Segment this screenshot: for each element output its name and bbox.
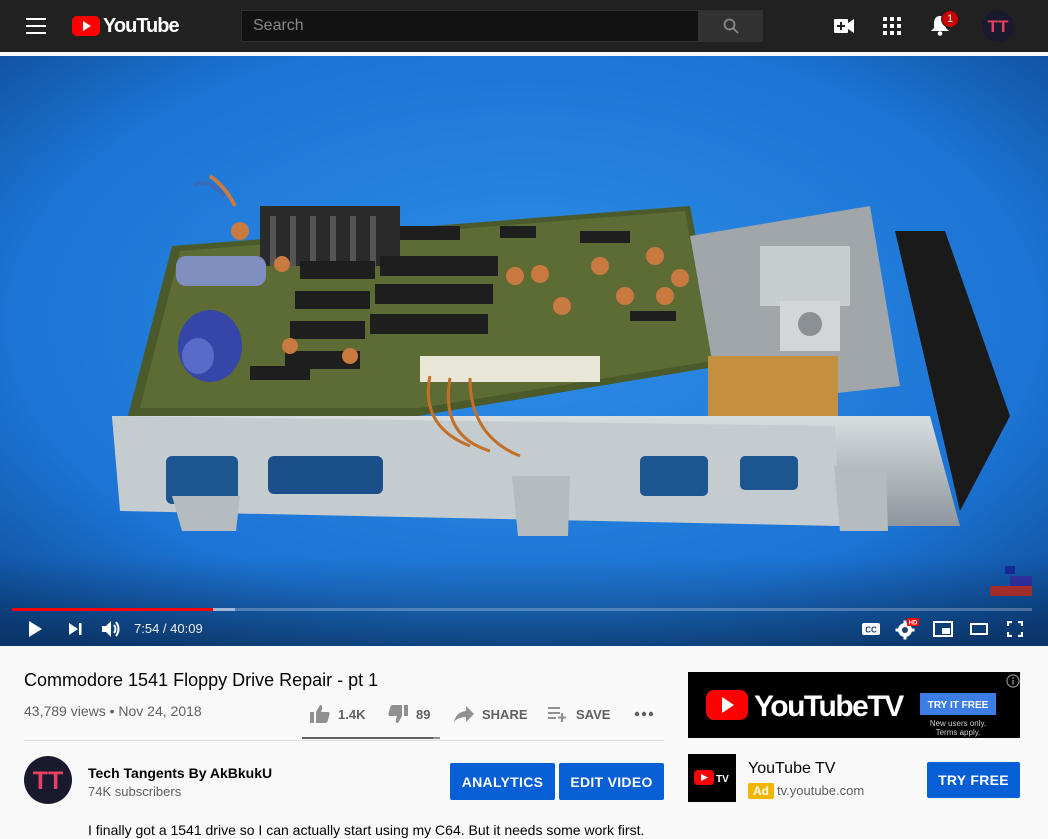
ad-url[interactable]: tv.youtube.com bbox=[777, 783, 864, 798]
youtube-play-logo-icon bbox=[72, 16, 100, 36]
ad-banner-brand: YouTubeTV bbox=[754, 690, 904, 723]
account-avatar[interactable]: TT bbox=[982, 10, 1014, 42]
volume-icon[interactable] bbox=[98, 616, 124, 642]
video-player[interactable]: 7:54 / 40:09 CC HD bbox=[0, 56, 1048, 646]
analytics-button[interactable]: ANALYTICS bbox=[450, 763, 555, 800]
youtube-logo[interactable]: YouTube bbox=[72, 13, 180, 39]
avatar-initials: TT bbox=[988, 17, 1009, 36]
time-display: 7:54 / 40:09 bbox=[134, 621, 203, 636]
notification-count-badge: 1 bbox=[941, 10, 959, 28]
sentiment-bar-like bbox=[302, 737, 433, 739]
like-button[interactable]: 1.4K bbox=[310, 704, 365, 724]
play-icon[interactable] bbox=[22, 616, 48, 642]
ad-banner[interactable]: YouTubeTV TRY IT FREE New users only. Te… bbox=[688, 672, 1020, 738]
dislike-button[interactable]: 89 bbox=[388, 704, 430, 724]
video-frame-floppy-drive bbox=[0, 56, 1048, 646]
progress-played bbox=[12, 608, 213, 611]
share-arrow-icon bbox=[454, 706, 474, 722]
search-icon bbox=[723, 18, 739, 34]
divider bbox=[24, 740, 664, 741]
save-label: SAVE bbox=[576, 706, 611, 722]
captions-label: CC bbox=[865, 626, 877, 635]
hd-badge: HD bbox=[909, 621, 918, 627]
theater-mode-icon[interactable] bbox=[966, 616, 992, 642]
watch-info: Commodore 1541 Floppy Drive Repair - pt … bbox=[0, 646, 1048, 839]
search-button[interactable] bbox=[698, 10, 763, 42]
video-description: I finally got a 1541 drive so I can actu… bbox=[88, 822, 645, 838]
create-video-icon[interactable] bbox=[830, 12, 858, 40]
add-to-playlist-icon bbox=[548, 707, 566, 722]
ad-banner-note-1: New users only. bbox=[930, 719, 986, 728]
next-video-icon[interactable] bbox=[62, 616, 88, 642]
channel-avatar-initials: TT bbox=[33, 767, 64, 795]
view-count-date: 43,789 views • Nov 24, 2018 bbox=[24, 703, 202, 719]
ad-banner-cta-text: TRY IT FREE bbox=[928, 700, 989, 711]
share-label: SHARE bbox=[482, 706, 528, 722]
search-placeholder: Search bbox=[253, 17, 304, 34]
thumbs-up-icon bbox=[310, 705, 330, 723]
thumbs-down-icon bbox=[388, 705, 408, 723]
ad-advertiser-logo[interactable]: TV bbox=[688, 754, 736, 802]
ad-info-icon[interactable] bbox=[1006, 674, 1020, 688]
edit-video-button[interactable]: EDIT VIDEO bbox=[559, 763, 664, 800]
masthead: YouTube Search 1 TT bbox=[0, 0, 1048, 52]
ad-logo-text: TV bbox=[716, 774, 729, 785]
dislike-count: 89 bbox=[416, 706, 431, 722]
settings-gear-icon[interactable]: HD bbox=[894, 616, 920, 642]
player-controls: 7:54 / 40:09 CC HD bbox=[0, 612, 1048, 646]
channel-name[interactable]: Tech Tangents By AkBkukU bbox=[88, 765, 272, 781]
fullscreen-icon[interactable] bbox=[1002, 616, 1028, 642]
search-input[interactable]: Search bbox=[241, 10, 699, 42]
share-button[interactable]: SHARE bbox=[454, 704, 528, 724]
menu-icon[interactable] bbox=[20, 10, 52, 42]
more-actions-icon[interactable] bbox=[634, 704, 654, 724]
ad-title[interactable]: YouTube TV bbox=[748, 760, 835, 778]
miniplayer-icon[interactable] bbox=[930, 616, 956, 642]
like-count: 1.4K bbox=[338, 706, 366, 722]
subscriber-count: 74K subscribers bbox=[88, 784, 182, 799]
save-button[interactable]: SAVE bbox=[548, 704, 610, 724]
video-title: Commodore 1541 Floppy Drive Repair - pt … bbox=[24, 670, 379, 690]
apps-grid-icon[interactable] bbox=[878, 12, 906, 40]
logo-text: YouTube bbox=[103, 14, 180, 37]
ad-banner-note-2: Terms apply. bbox=[936, 728, 981, 737]
captions-icon[interactable]: CC bbox=[858, 616, 884, 642]
try-free-button[interactable]: TRY FREE bbox=[927, 762, 1020, 798]
channel-avatar[interactable]: TT bbox=[24, 756, 72, 804]
ad-badge: Ad bbox=[748, 783, 774, 799]
